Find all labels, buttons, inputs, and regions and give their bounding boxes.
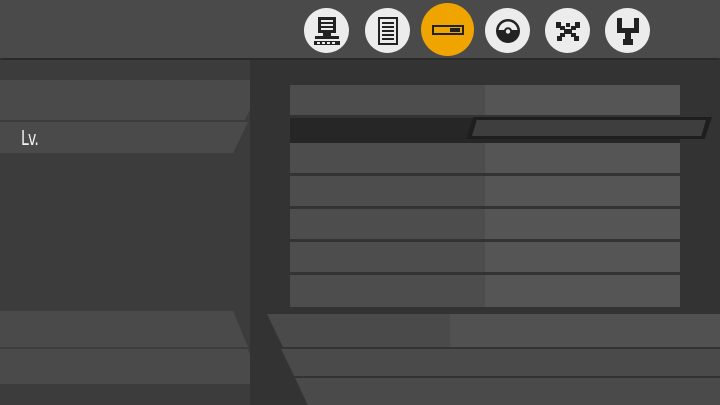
stat-label-cell (290, 209, 485, 239)
stat-label-cell (290, 242, 485, 272)
branch-fork-icon (616, 17, 639, 45)
item-plate (295, 378, 720, 405)
stat-value-cell (485, 176, 680, 206)
stat-value-cell (485, 242, 680, 272)
tab-pokemon[interactable] (485, 8, 530, 53)
nature-plate (281, 349, 720, 376)
info-plate-lower (0, 349, 266, 384)
table-row[interactable] (290, 209, 680, 239)
stat-value-cell (485, 275, 680, 307)
stat-value-cell (485, 85, 680, 115)
stat-label-cell (290, 176, 485, 206)
tab-computer[interactable] (304, 8, 349, 53)
tab-battle[interactable] (545, 8, 590, 53)
pokeball-icon (495, 18, 520, 43)
table-row[interactable] (290, 242, 680, 272)
tab-options[interactable] (605, 8, 650, 53)
stat-value-cell (485, 209, 680, 239)
table-row[interactable] (290, 143, 680, 173)
computer-terminal-icon (313, 16, 340, 45)
tab-document[interactable] (365, 8, 410, 53)
table-row[interactable] (290, 176, 680, 206)
stat-bar-fill (472, 120, 706, 136)
crossed-arrows-icon (555, 21, 580, 41)
tab-items[interactable] (421, 3, 474, 56)
name-plate (0, 80, 266, 120)
table-row[interactable] (290, 275, 680, 307)
top-menu-bar (0, 0, 720, 58)
stat-label-cell (290, 85, 485, 115)
ability-plate-highlight (450, 314, 720, 347)
item-bar-icon (431, 24, 464, 35)
info-plate-upper (0, 311, 248, 347)
stat-value-cell (485, 143, 680, 173)
document-list-icon (377, 16, 398, 45)
table-row[interactable] (290, 85, 680, 115)
stat-label-cell (290, 143, 485, 173)
stat-label-cell (290, 118, 485, 143)
level-label: Lv. (21, 126, 39, 150)
stat-label-cell (290, 275, 485, 307)
